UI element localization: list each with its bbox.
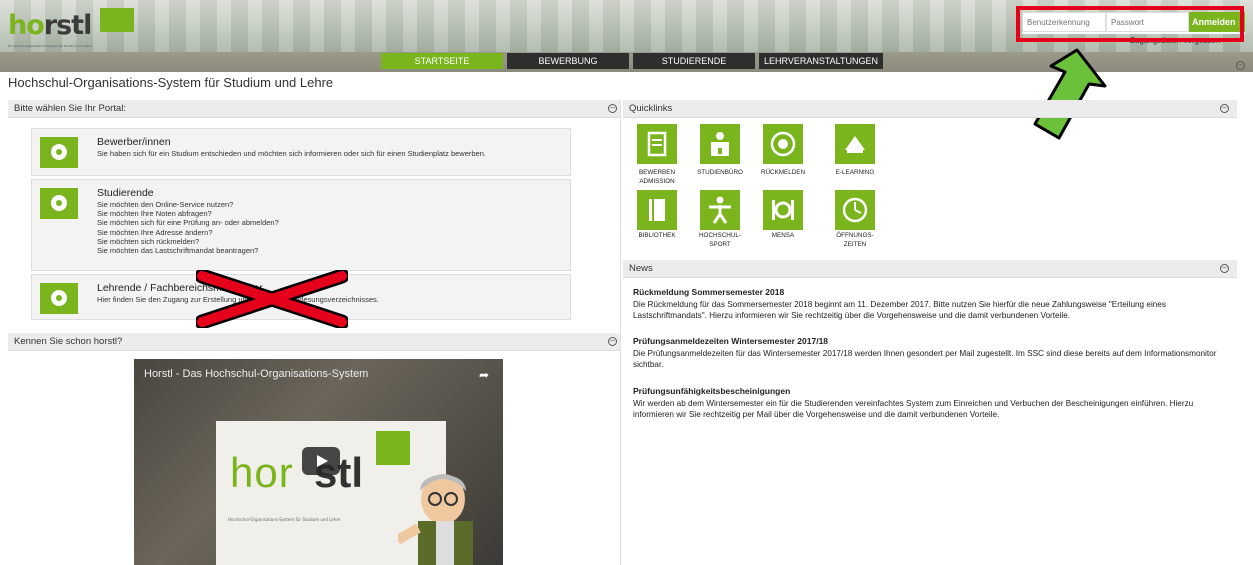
portal-item-title: Studierende [97,187,154,199]
tab-startseite[interactable]: STARTSEITE [381,53,503,69]
news-item-title: Rückmeldung Sommersemester 2018 [633,287,785,297]
quicklink-elearning[interactable] [835,124,875,164]
horstl-logo[interactable]: horstl Hochschul-Organisations-System fü… [8,8,134,50]
portal-item-studierende[interactable]: Studierende Sie möchten den Online-Servi… [31,179,571,271]
quicklink-rueckmelden[interactable] [763,124,803,164]
professor-character-icon [398,474,473,565]
tab-lehrveranstaltungen[interactable]: LEHRVERANSTALTUNGEN [759,53,883,69]
news-item-title: Prüfungsunfähigkeitsbescheinigungen [633,386,791,396]
logo-dark-part: rstl [43,10,93,41]
clock-icon [842,197,868,223]
book-icon [649,199,665,221]
kennen-heading: Kennen Sie schon horstl? [14,336,123,347]
portal-panel-header: Bitte wählen Sie Ihr Portal: [8,100,620,118]
kennen-collapse-icon[interactable]: − [608,337,617,346]
quicklink-bibliothek[interactable] [637,190,677,230]
kennen-panel-header: Kennen Sie schon horstl? [8,333,620,351]
portal-item-bewerber[interactable]: Bewerber/innen Sie haben sich für ein St… [31,128,571,176]
quicklink-hochschulsport[interactable] [700,190,740,230]
page-title: Hochschul-Organisations-System für Studi… [8,75,334,90]
portal-collapse-icon[interactable]: − [608,104,617,113]
main-nav: STARTSEITE BEWERBUNG STUDIERENDE LEHRVER… [381,53,887,69]
quicklink-label: BEWERBEN ADMISSION [638,169,676,185]
quicklink-studienbuero[interactable] [700,124,740,164]
portal-item-description: Sie möchten den Online-Service nutzen? S… [97,200,279,256]
quicklink-label: RÜCKMELDEN [760,169,806,176]
quicklink-mensa[interactable] [763,190,803,230]
video-logo-green: hor [230,449,294,496]
bewerber-icon [40,137,78,168]
news-item: Prüfungsunfähigkeitsbescheinigungen Wir … [633,386,1233,420]
quicklink-bewerben[interactable] [637,124,677,164]
office-icon [711,132,729,156]
lehrende-icon [40,283,78,314]
portal-item-title: Bewerber/innen [97,136,171,148]
column-divider [620,100,621,565]
video-logo-square [376,431,410,465]
news-item-body: Die Rückmeldung für das Sommersemester 2… [633,300,1166,320]
annotation-cross-icon [196,270,348,328]
studierende-icon [40,188,78,219]
news-item: Rückmeldung Sommersemester 2018 Die Rück… [633,287,1233,321]
annotation-arrow-icon [1033,48,1107,140]
news-item-body: Die Prüfungsanmeldezeiten für das Winter… [633,349,1217,369]
quicklink-oeffnungszeiten[interactable] [835,190,875,230]
share-icon[interactable]: ➦ [479,368,489,382]
news-item: Prüfungsanmeldezeiten Wintersemester 201… [633,336,1233,370]
logo-wordmark: horstl [8,10,93,41]
news-heading: News [629,263,653,274]
refresh-euro-icon [770,131,796,157]
cloud-icon [845,136,865,153]
video-title: Horstl - Das Hochschul-Organisations-Sys… [144,368,369,380]
quicklink-label: BIBLIOTHEK [638,232,676,239]
logo-green-part: ho [8,10,45,41]
annotation-red-box [1016,6,1244,42]
quicklink-label: MENSA [771,232,795,239]
portal-item-description: Sie haben sich für ein Studium entschied… [97,149,486,158]
news-item-body: Wir werden ab dem Wintersemester ein für… [633,399,1194,419]
header-collapse-icon[interactable]: − [1236,61,1245,70]
tab-bewerbung[interactable]: BEWERBUNG [507,53,629,69]
document-icon [647,131,667,157]
news-collapse-icon[interactable]: − [1220,264,1229,273]
quicklink-label: HOCHSCHUL- SPORT [699,232,741,248]
quicklink-label: ÖFFNUNGS- ZEITEN [836,232,874,248]
play-icon[interactable] [302,447,340,475]
quicklink-label: STUDIENBÜRO [697,169,743,176]
cutlery-icon [772,200,794,220]
logo-tagline: Hochschul-Organisations-System für Studi… [8,44,93,48]
quicklink-label: E-LEARNING [835,169,875,176]
portal-heading: Bitte wählen Sie Ihr Portal: [14,103,126,114]
video-logo-tagline: Hochschul-Organisations-System für Studi… [228,517,341,522]
quicklinks-panel-header: Quicklinks [623,100,1237,118]
tab-studierende[interactable]: STUDIERENDE [633,53,755,69]
person-icon [709,196,731,224]
video-player[interactable]: Horstl - Das Hochschul-Organisations-Sys… [134,359,503,565]
news-panel-header: News [623,260,1237,278]
news-item-title: Prüfungsanmeldezeiten Wintersemester 201… [633,336,829,346]
quicklinks-collapse-icon[interactable]: − [1220,104,1229,113]
logo-square [100,8,134,32]
quicklinks-heading: Quicklinks [629,103,673,114]
